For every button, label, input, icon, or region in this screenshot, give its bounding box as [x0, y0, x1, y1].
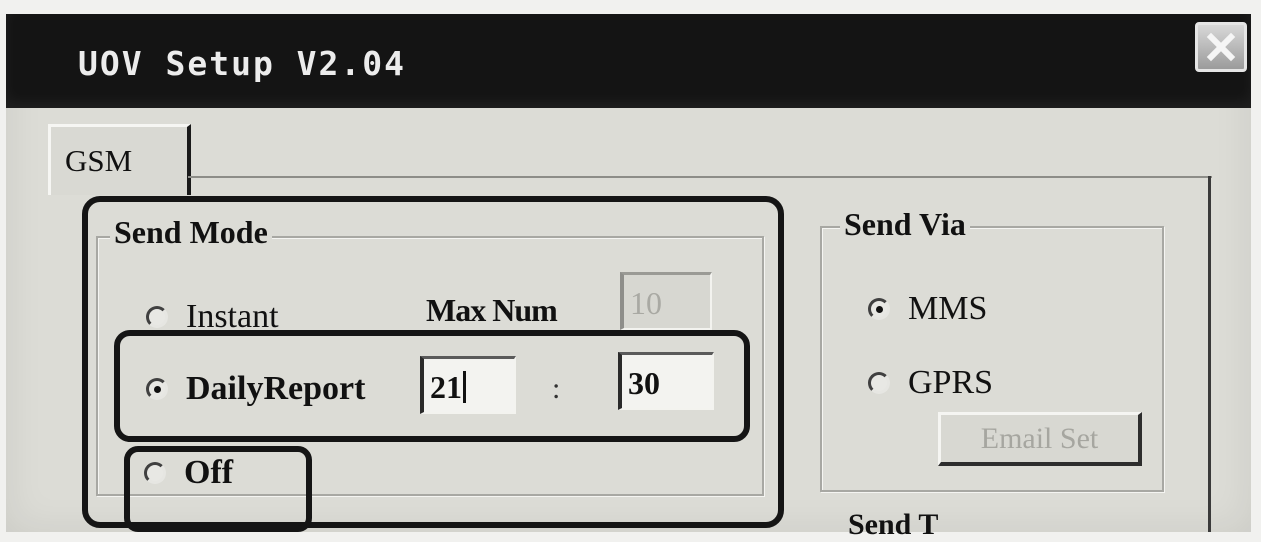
tab-gsm-label: GSM — [65, 143, 133, 178]
send-via-legend: Send Via — [840, 206, 970, 243]
close-button[interactable] — [1195, 22, 1247, 72]
radio-mms[interactable]: MMS — [868, 290, 987, 328]
title-bar[interactable]: UOV Setup V2.04 — [6, 14, 1251, 108]
radio-gprs[interactable]: GPRS — [868, 364, 993, 402]
close-icon — [1206, 32, 1236, 62]
radio-mms-label: MMS — [908, 290, 988, 327]
tab-gsm[interactable]: GSM — [48, 124, 191, 195]
tab-panel-border — [188, 176, 1212, 178]
radio-mms-indicator[interactable] — [868, 298, 890, 320]
email-set-button[interactable]: Email Set — [938, 412, 1142, 466]
radio-gprs-indicator[interactable] — [868, 372, 890, 394]
tab-panel-border-right — [1208, 176, 1211, 532]
window-title: UOV Setup V2.04 — [78, 44, 407, 83]
radio-gprs-label: GPRS — [908, 364, 994, 401]
annotation-outline-dailyreport — [114, 330, 750, 442]
annotation-outline-off — [124, 446, 312, 532]
send-type-legend-partial: Send T — [848, 508, 939, 541]
